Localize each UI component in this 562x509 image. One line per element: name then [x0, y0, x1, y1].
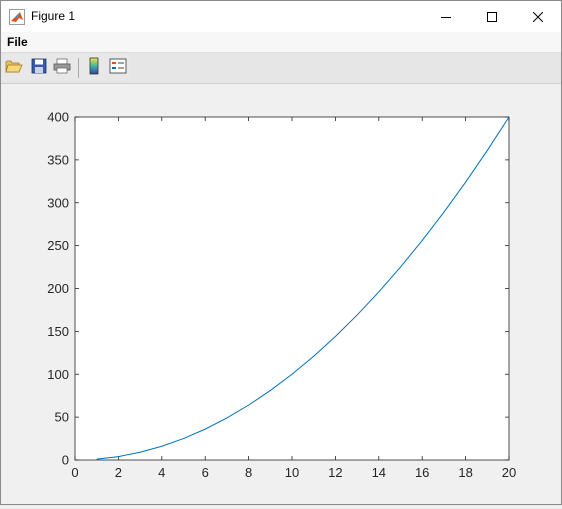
data-point — [96, 459, 97, 460]
x-tick-label: 0 — [71, 465, 78, 480]
close-icon — [533, 11, 543, 22]
plot-svg: 0 2 4 6 8 10 12 14 16 18 2005010015020025030035040… — [47, 110, 516, 481]
minimize-button[interactable] — [423, 1, 469, 32]
toolbar-separator — [78, 58, 79, 78]
x-tick-label: 10 — [285, 465, 299, 480]
maximize-button[interactable] — [469, 1, 515, 32]
data-point — [335, 336, 336, 337]
data-point — [422, 240, 423, 241]
x-tick-label: 6 — [202, 465, 209, 480]
data-point — [140, 452, 141, 453]
data-point — [313, 356, 314, 357]
insert-colorbar-button[interactable] — [83, 57, 105, 79]
data-point — [226, 417, 227, 418]
figure-canvas: 0 2 4 6 8 10 12 14 16 18 20 0 50 100 150 200 250 300 350 40… — [1, 84, 561, 504]
data-point — [183, 438, 184, 439]
print-button[interactable] — [51, 57, 73, 79]
data-point — [161, 446, 162, 447]
open-file-button[interactable] — [3, 57, 25, 79]
data-point — [465, 182, 466, 183]
data-point — [487, 150, 488, 151]
maximize-icon — [487, 11, 497, 22]
print-icon — [53, 58, 71, 79]
menu-bar: File — [1, 32, 561, 53]
data-point — [118, 456, 119, 457]
y-tick-label: 200 — [47, 281, 69, 296]
data-point — [443, 212, 444, 213]
minimize-icon — [441, 12, 451, 22]
data-point — [357, 314, 358, 315]
matlab-icon — [9, 9, 25, 25]
save-icon — [31, 58, 47, 79]
data-point — [400, 266, 401, 267]
menu-file[interactable]: File — [7, 35, 28, 49]
data-point — [291, 374, 292, 375]
y-tick-label: 350 — [47, 152, 69, 167]
y-tick-label: 400 — [47, 110, 69, 125]
x-tick-label: 14 — [372, 465, 386, 480]
insert-legend-icon — [109, 58, 127, 79]
axes-box — [74, 116, 510, 461]
y-tick-label: 100 — [47, 367, 69, 382]
y-tick-label: 150 — [47, 324, 69, 339]
figure-window: Figure 1 File 0 2 4 6 8 10 12 14 16 18 2… — [0, 0, 562, 505]
data-point — [270, 390, 271, 391]
data-point — [205, 429, 206, 430]
data-point — [508, 116, 509, 117]
y-tick-label: 250 — [47, 238, 69, 253]
insert-colorbar-icon — [88, 57, 100, 80]
data-point — [248, 405, 249, 406]
x-tick-label: 16 — [415, 465, 429, 480]
open-file-icon — [5, 58, 23, 79]
window-title: Figure 1 — [31, 9, 76, 23]
x-tick-label: 8 — [245, 465, 252, 480]
title-bar[interactable]: Figure 1 — [1, 1, 561, 32]
data-point — [378, 291, 379, 292]
x-tick-label: 18 — [458, 465, 472, 480]
x-tick-label: 20 — [502, 465, 516, 480]
x-tick-label: 4 — [158, 465, 165, 480]
y-tick-label: 300 — [47, 195, 69, 210]
insert-legend-button[interactable] — [107, 57, 129, 79]
close-button[interactable] — [515, 1, 561, 32]
y-tick-label: 0 — [62, 453, 69, 468]
y-tick-label: 50 — [55, 410, 69, 425]
figure-toolbar — [1, 53, 561, 84]
x-tick-label: 2 — [115, 465, 122, 480]
x-tick-label: 12 — [328, 465, 342, 480]
save-button[interactable] — [28, 57, 50, 79]
